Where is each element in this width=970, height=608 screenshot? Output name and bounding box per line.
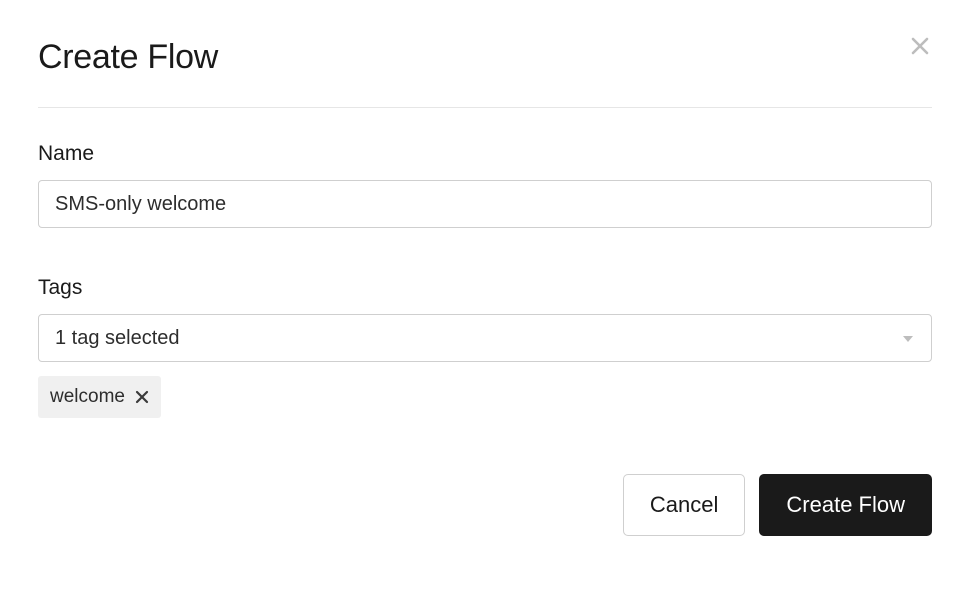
modal-footer: Cancel Create Flow: [38, 474, 932, 536]
chevron-down-icon: [901, 327, 915, 350]
close-icon: [135, 390, 149, 404]
cancel-button[interactable]: Cancel: [623, 474, 745, 536]
modal-header: Create Flow: [38, 38, 932, 108]
name-group: Name: [38, 142, 932, 228]
tag-chip-label: welcome: [50, 386, 125, 408]
name-input[interactable]: [38, 180, 932, 228]
close-button[interactable]: [908, 34, 932, 58]
tags-select-wrapper: 1 tag selected: [38, 314, 932, 362]
tags-label: Tags: [38, 276, 932, 300]
create-flow-button[interactable]: Create Flow: [759, 474, 932, 536]
modal-title: Create Flow: [38, 38, 218, 77]
name-label: Name: [38, 142, 932, 166]
tag-chips: welcome: [38, 376, 932, 418]
create-flow-modal: Create Flow Name Tags 1 tag selected: [0, 0, 970, 574]
tags-select[interactable]: 1 tag selected: [38, 314, 932, 362]
tags-selected-text: 1 tag selected: [55, 327, 180, 350]
tag-chip: welcome: [38, 376, 161, 418]
tag-remove-button[interactable]: [135, 390, 149, 404]
tags-group: Tags 1 tag selected welcome: [38, 276, 932, 418]
close-icon: [908, 46, 932, 61]
